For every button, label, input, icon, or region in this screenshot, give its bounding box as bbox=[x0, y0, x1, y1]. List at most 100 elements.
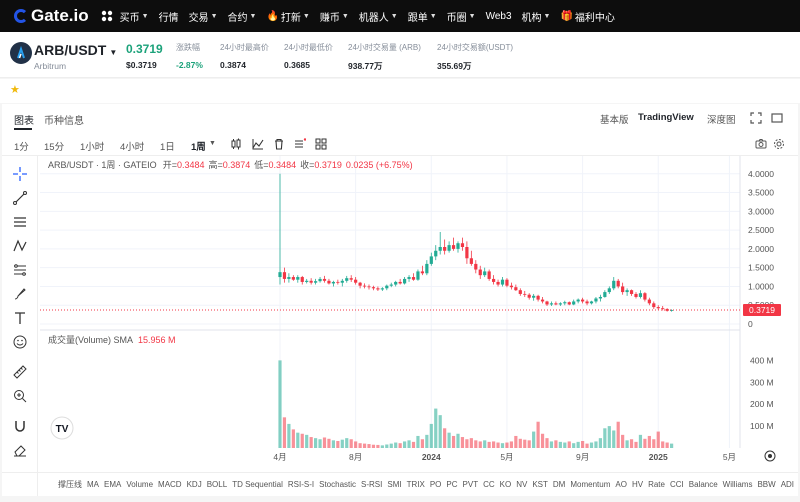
candle-body bbox=[527, 294, 531, 298]
indicator-11[interactable]: SMI bbox=[387, 480, 401, 489]
indicator-19[interactable]: KST bbox=[532, 480, 548, 489]
ruler-icon[interactable] bbox=[12, 364, 28, 380]
nav-item-8[interactable]: 币圈 ▼ bbox=[447, 9, 476, 24]
indicator-15[interactable]: PVT bbox=[463, 480, 479, 489]
indicator-27[interactable]: Williams bbox=[723, 480, 753, 489]
indicator-23[interactable]: HV bbox=[632, 480, 643, 489]
nav-item-10[interactable]: 机构 ▼ bbox=[522, 9, 551, 24]
open-label: 开= bbox=[163, 160, 177, 170]
indicator-6[interactable]: BOLL bbox=[207, 480, 227, 489]
volume-bar bbox=[291, 429, 295, 448]
indicator-9[interactable]: Stochastic bbox=[319, 480, 356, 489]
volume-legend: 成交量(Volume) SMA 15.956 M bbox=[48, 334, 176, 345]
indicator-0[interactable]: 撑压线 bbox=[58, 479, 82, 490]
gate-logo[interactable]: Gate.io bbox=[14, 6, 89, 26]
volume-bar bbox=[318, 439, 322, 448]
nav-item-6[interactable]: 机器人 ▼ bbox=[359, 9, 398, 24]
text-tool-icon[interactable] bbox=[12, 310, 28, 326]
indicators-icon[interactable] bbox=[252, 138, 264, 150]
indicator-2[interactable]: EMA bbox=[104, 480, 121, 489]
indicator-3[interactable]: Volume bbox=[126, 480, 153, 489]
timeframe-5[interactable]: 1周 bbox=[191, 139, 206, 153]
low-value: 0.3484 bbox=[269, 160, 297, 170]
goto-realtime-icon[interactable] bbox=[764, 450, 776, 462]
candle-body bbox=[367, 286, 371, 288]
timeframe-1[interactable]: 15分 bbox=[44, 139, 64, 153]
ohlc-legend: ARB/USDT · 1周 · GATEIO 开=0.3484 高=0.3874 低=… bbox=[48, 159, 413, 170]
price-chart[interactable]: 4.0000 3.5000 3.0000 2.5000 2.0000 1.5000 1.00… bbox=[40, 156, 798, 472]
fib-tool-icon[interactable] bbox=[12, 262, 28, 278]
indicator-22[interactable]: AO bbox=[615, 480, 627, 489]
candle-body bbox=[296, 277, 300, 280]
tab-chart[interactable]: 图表 bbox=[14, 112, 34, 127]
zoom-in-icon[interactable] bbox=[12, 388, 28, 404]
indicator-13[interactable]: PO bbox=[430, 480, 442, 489]
apps-grid-icon[interactable] bbox=[101, 10, 113, 22]
emoji-icon[interactable] bbox=[12, 334, 28, 350]
indicator-24[interactable]: Rate bbox=[648, 480, 665, 489]
indicator-14[interactable]: PC bbox=[446, 480, 457, 489]
settings-gear-icon[interactable] bbox=[773, 138, 785, 150]
nav-item-3[interactable]: 合约 ▼ bbox=[228, 9, 257, 24]
view-depth[interactable]: 深度图 bbox=[707, 112, 736, 126]
indicator-20[interactable]: DM bbox=[553, 480, 565, 489]
nav-item-5[interactable]: 赚币 ▼ bbox=[320, 9, 349, 24]
indicator-5[interactable]: KDJ bbox=[187, 480, 202, 489]
volume-bar bbox=[429, 423, 433, 448]
brush-icon[interactable] bbox=[12, 286, 28, 302]
timeframe-4[interactable]: 1日 bbox=[160, 139, 175, 153]
volume-bar bbox=[394, 442, 398, 448]
tradingview-logo[interactable]: TV bbox=[50, 416, 74, 440]
nav-item-7[interactable]: 跟单 ▼ bbox=[408, 9, 437, 24]
indicator-1[interactable]: MA bbox=[87, 480, 99, 489]
trend-line-icon[interactable] bbox=[12, 190, 28, 206]
indicator-4[interactable]: MACD bbox=[158, 480, 182, 489]
star-icon[interactable]: ★ bbox=[10, 83, 20, 96]
nav-item-11[interactable]: 🎁 福利中心 bbox=[560, 9, 614, 24]
indicator-10[interactable]: S-RSI bbox=[361, 480, 382, 489]
indicator-16[interactable]: CC bbox=[483, 480, 495, 489]
indicator-12[interactable]: TRIX bbox=[407, 480, 425, 489]
candle-body bbox=[629, 290, 634, 294]
pattern-icon[interactable] bbox=[12, 238, 28, 254]
magnet-icon[interactable] bbox=[12, 418, 28, 434]
nav-item-9[interactable]: Web3 bbox=[486, 11, 512, 22]
indicator-21[interactable]: Momentum bbox=[570, 480, 610, 489]
nav-item-label: Web3 bbox=[485, 10, 512, 22]
candle-type-icon[interactable] bbox=[230, 138, 242, 150]
indicator-7[interactable]: TD Sequential bbox=[232, 480, 283, 489]
candle-body bbox=[661, 308, 665, 310]
volume-bar bbox=[625, 440, 629, 448]
indicator-17[interactable]: KO bbox=[500, 480, 512, 489]
nav-item-4[interactable]: 🔥 打新 ▼ bbox=[266, 9, 309, 24]
nav-item-2[interactable]: 交易 ▼ bbox=[189, 9, 218, 24]
fullscreen-icon[interactable] bbox=[750, 112, 762, 124]
window-icon[interactable] bbox=[771, 112, 783, 124]
camera-icon[interactable] bbox=[755, 138, 767, 150]
indicator-28[interactable]: BBW bbox=[757, 480, 775, 489]
volume-bar bbox=[403, 441, 407, 448]
layout-grid-icon[interactable] bbox=[315, 138, 327, 150]
indicator-29[interactable]: ADI bbox=[781, 480, 794, 489]
view-tradingview[interactable]: TradingView bbox=[638, 112, 694, 123]
nav-item-1[interactable]: 行情 bbox=[159, 9, 179, 24]
eraser-icon[interactable] bbox=[12, 442, 28, 458]
indicator-25[interactable]: CCI bbox=[670, 480, 684, 489]
volume-bar bbox=[661, 441, 665, 448]
nav-item-0[interactable]: 买币 ▼ bbox=[120, 9, 149, 24]
indicator-18[interactable]: NV bbox=[516, 480, 527, 489]
timeframe-2[interactable]: 1小时 bbox=[80, 139, 104, 153]
timeframe-0[interactable]: 1分 bbox=[14, 139, 29, 153]
pair-selector[interactable]: ARB/USDT ▼ bbox=[34, 42, 117, 58]
list-settings-icon[interactable] bbox=[294, 138, 306, 150]
view-basic[interactable]: 基本版 bbox=[600, 112, 629, 126]
tab-coin-info[interactable]: 币种信息 bbox=[44, 112, 84, 127]
horizontal-lines-icon[interactable] bbox=[12, 214, 28, 230]
candle-body bbox=[354, 279, 358, 283]
indicator-8[interactable]: RSI-S-I bbox=[288, 480, 314, 489]
trash-icon[interactable] bbox=[273, 138, 285, 150]
indicator-26[interactable]: Balance bbox=[689, 480, 718, 489]
timeframe-3[interactable]: 4小时 bbox=[120, 139, 144, 153]
crosshair-icon[interactable] bbox=[12, 166, 28, 182]
chevron-down-icon[interactable]: ▼ bbox=[209, 140, 216, 147]
